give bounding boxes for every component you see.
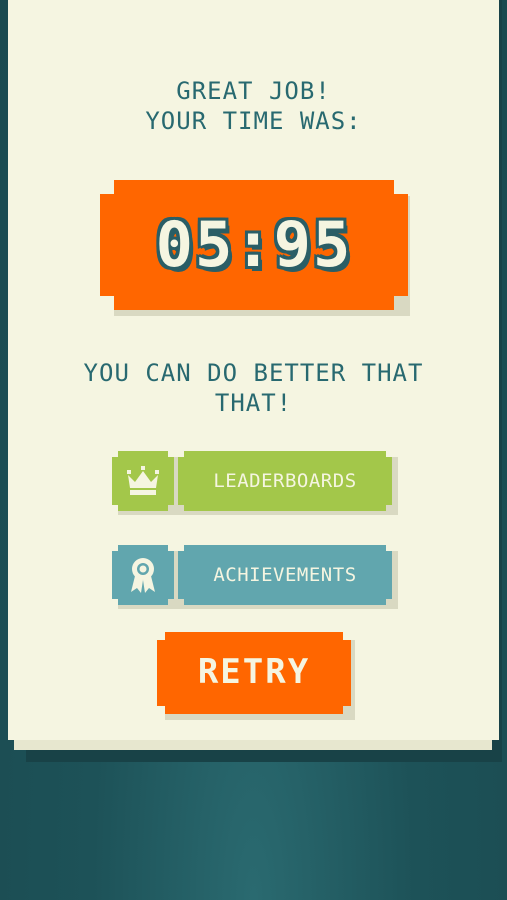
headline-line-2: YOUR TIME WAS: [145, 107, 362, 135]
headline-line-1: GREAT JOB! [176, 77, 331, 105]
time-display: 05:95 [100, 180, 410, 320]
time-value: 05:95 [155, 208, 353, 281]
retry-button[interactable]: RETRY [157, 632, 355, 720]
crown-icon [112, 451, 174, 511]
encouragement-message: YOU CAN DO BETTER THAT THAT! [83, 359, 424, 417]
result-headline: GREAT JOB! YOUR TIME WAS: [0, 76, 507, 136]
ribbon-award-icon [112, 545, 174, 605]
achievements-label: ACHIEVEMENTS [213, 564, 357, 586]
achievements-button[interactable]: ACHIEVEMENTS [112, 545, 398, 609]
retry-label: RETRY [197, 652, 311, 692]
leaderboards-button[interactable]: LEADERBOARDS [112, 451, 398, 515]
leaderboards-label: LEADERBOARDS [213, 470, 357, 492]
